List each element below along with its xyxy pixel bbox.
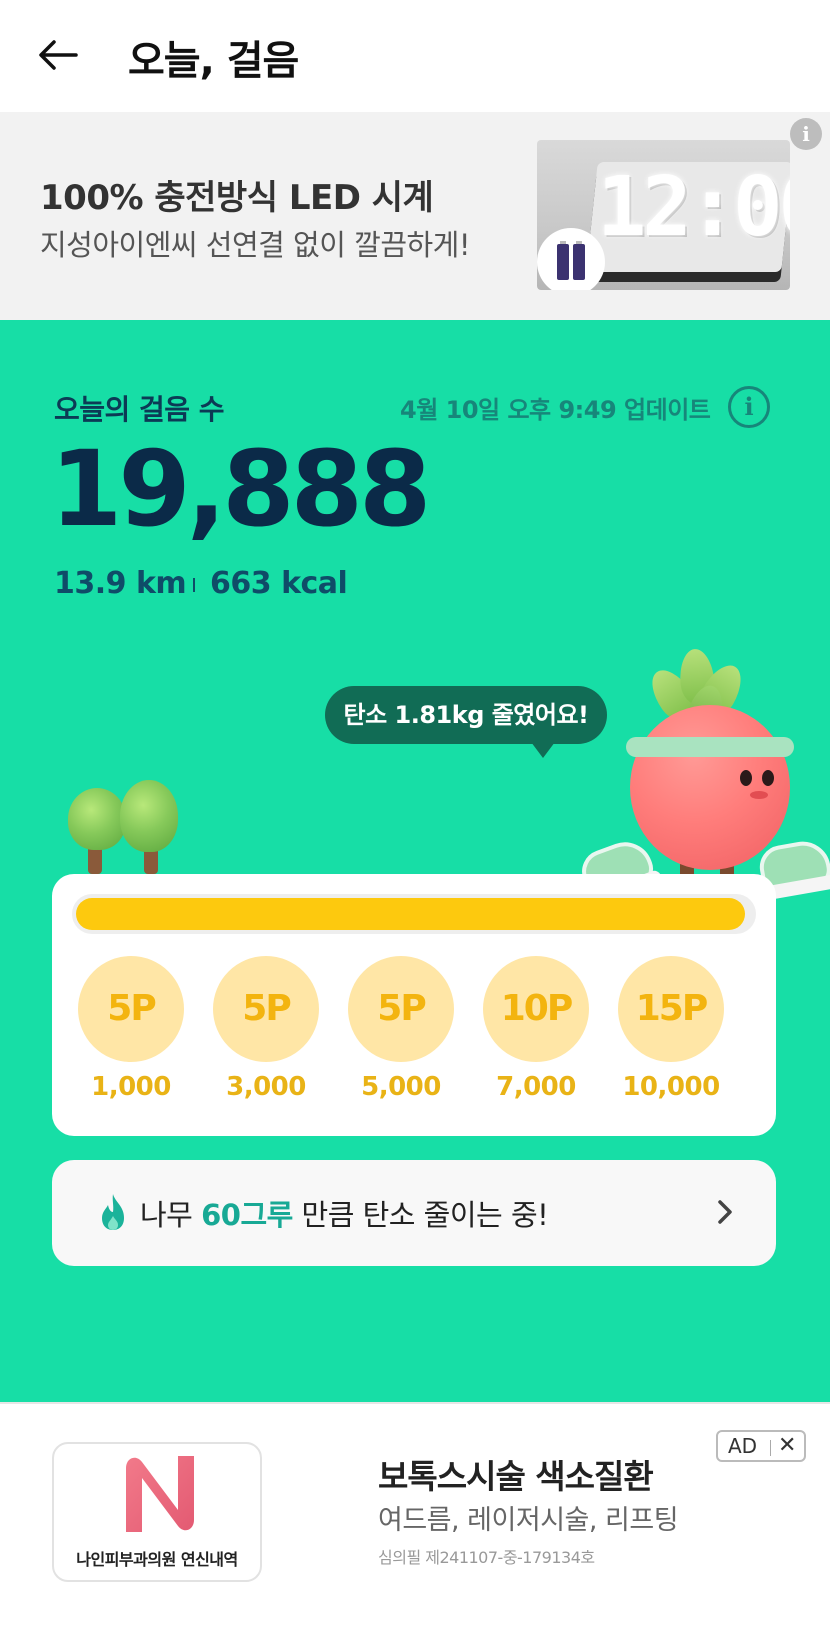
tree-count-highlight: 60그루 [201, 1198, 293, 1232]
ad-badge-divider [770, 1440, 771, 1456]
bottom-ad-banner[interactable]: 나인피부과의원 연신내역 AD ✕ 보톡스시술 색소질환 여드름, 레이저시술,… [0, 1402, 830, 1637]
calories-stat: 663 kcal [210, 566, 348, 601]
clock-digits: 12:00 [597, 160, 790, 255]
top-ad-banner[interactable]: 100% 충전방식 LED 시계 지성아이엔씨 선연결 없이 깔끔하게! 12:… [0, 112, 830, 320]
battery-icon [557, 241, 569, 280]
milestone-steps: 7,000 [496, 1072, 576, 1102]
ad-label: AD [728, 1434, 758, 1458]
progress-fill [76, 898, 745, 930]
milestone-steps: 3,000 [226, 1072, 306, 1102]
app-header: 오늘, 걸음 [0, 0, 830, 112]
milestone-steps: 1,000 [91, 1072, 171, 1102]
progress-track [72, 894, 756, 934]
milestones: 5P 1,000 5P 3,000 5P 5,000 10P 7,000 15P… [76, 956, 756, 1116]
tree-carbon-banner[interactable]: 나무 60그루 만큼 탄소 줄이는 중! [52, 1160, 776, 1266]
battery-badge [537, 228, 605, 290]
distance-stat: 13.9 km [54, 566, 187, 601]
chevron-right-icon[interactable] [707, 1194, 743, 1230]
points-badge: 5P [78, 956, 184, 1062]
milestone-steps: 5,000 [361, 1072, 441, 1102]
led-clock-image[interactable]: 12:00 [537, 140, 790, 290]
bottom-ad-note: 심의필 제241107-중-179134호 [378, 1548, 595, 1567]
points-badge: 5P [213, 956, 319, 1062]
clinic-logo[interactable]: 나인피부과의원 연신내역 [52, 1442, 262, 1582]
progress-card: 5P 1,000 5P 3,000 5P 5,000 10P 7,000 15P… [52, 874, 776, 1136]
top-ad-title: 100% 충전방식 LED 시계 [40, 178, 434, 218]
n-logo-icon [126, 1456, 194, 1532]
flame-icon [102, 1194, 124, 1230]
milestone-3000[interactable]: 5P 3,000 [211, 956, 321, 1102]
milestone-7000[interactable]: 10P 7,000 [481, 956, 591, 1102]
milestone-10000[interactable]: 15P 10,000 [616, 956, 726, 1102]
bottom-ad-subtitle: 여드름, 레이저시술, 리프팅 [378, 1505, 679, 1536]
mascot-body [630, 705, 790, 870]
carbon-bubble: 탄소 1.81kg 줄였어요! [325, 686, 607, 758]
steps-section: 오늘의 걸음 수 4월 10일 오후 9:49 업데이트 i 19,888 13… [0, 320, 830, 1402]
points-badge: 5P [348, 956, 454, 1062]
steps-count: 19,888 [50, 428, 431, 550]
top-ad-subtitle: 지성아이엔씨 선연결 없이 깔끔하게! [40, 228, 470, 262]
tree-canopy [120, 780, 178, 852]
mascot-headband [626, 737, 794, 757]
ad-info-icon[interactable]: i [790, 118, 822, 150]
steps-label: 오늘의 걸음 수 [54, 393, 225, 426]
points-badge: 15P [618, 956, 724, 1062]
update-timestamp: 4월 10일 오후 9:49 업데이트 [400, 396, 711, 424]
page-title: 오늘, 걸음 [128, 38, 299, 84]
clinic-name: 나인피부과의원 연신내역 [76, 1550, 238, 1569]
milestone-steps: 10,000 [622, 1072, 720, 1102]
points-badge: 10P [483, 956, 589, 1062]
tree-illustration [62, 780, 182, 880]
ad-badge[interactable]: AD ✕ [716, 1430, 806, 1462]
info-icon[interactable]: i [728, 386, 770, 428]
bottom-ad-title: 보톡스시술 색소질환 [378, 1457, 654, 1496]
stat-divider [193, 578, 195, 592]
back-arrow-icon[interactable] [34, 30, 84, 80]
milestone-5000[interactable]: 5P 5,000 [346, 956, 456, 1102]
tree-canopy [68, 788, 126, 850]
battery-icon [573, 241, 585, 280]
tree-banner-text: 나무 60그루 만큼 탄소 줄이는 중! [140, 1198, 549, 1232]
close-icon[interactable]: ✕ [778, 1433, 796, 1458]
milestone-1000[interactable]: 5P 1,000 [76, 956, 186, 1102]
